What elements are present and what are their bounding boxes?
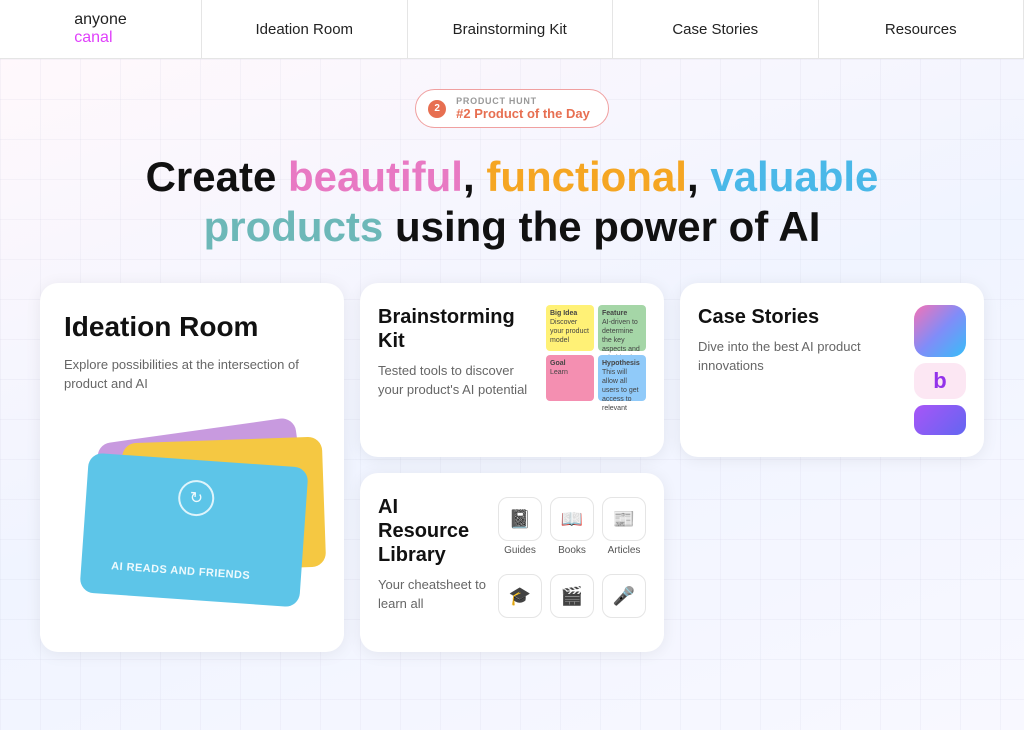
main-content: 2 PRODUCT HUNT #2 Product of the Day Cre… bbox=[0, 59, 1024, 730]
app-icon-gradient bbox=[914, 305, 966, 357]
ideation-subtitle: Explore possibilities at the intersectio… bbox=[64, 355, 320, 394]
resource-icons-grid: 📓 Guides 📖 Books 📰 Articles 🎓 🎬 bbox=[498, 495, 646, 630]
card-icon: ↻ bbox=[177, 479, 215, 517]
resource-icon-podcast: 🎤 bbox=[602, 574, 646, 622]
nav-item-resources[interactable]: Resources bbox=[819, 0, 1024, 58]
ideation-illustration: Parallel ↻ AI READS AND FRIENDS bbox=[64, 410, 320, 610]
mini-note-2: Feature AI-driven to determine the key a… bbox=[598, 305, 646, 351]
logo-line1: anyone bbox=[74, 11, 127, 29]
app-icon-b: b bbox=[914, 363, 966, 399]
brainstorm-left: Brainstorming Kit Tested tools to discov… bbox=[378, 305, 534, 435]
brainstorm-title: Brainstorming Kit bbox=[378, 305, 534, 353]
resource-icon-video: 🎬 bbox=[550, 574, 594, 622]
badge-title: #2 Product of the Day bbox=[456, 106, 590, 121]
header: anyone canal Ideation Room Brainstorming… bbox=[0, 0, 1024, 59]
resource-left: AI Resource Library Your cheatsheet to l… bbox=[378, 495, 486, 630]
card-resource-library[interactable]: AI Resource Library Your cheatsheet to l… bbox=[360, 473, 664, 652]
resource-subtitle: Your cheatsheet to learn all bbox=[378, 575, 486, 614]
app-icon-purple bbox=[914, 405, 966, 435]
brainstorm-right: Big Idea Discover your product model Fea… bbox=[546, 305, 646, 435]
nav-item-case[interactable]: Case Stories bbox=[613, 0, 819, 58]
hero-heading: Create beautiful, functional, valuable p… bbox=[40, 152, 984, 253]
badge-wrapper: 2 PRODUCT HUNT #2 Product of the Day bbox=[40, 89, 984, 128]
resource-title: AI Resource Library bbox=[378, 495, 486, 567]
brainstorm-subtitle: Tested tools to discover your product's … bbox=[378, 361, 534, 400]
badge-number: 2 bbox=[428, 100, 446, 118]
main-nav: Ideation Room Brainstorming Kit Case Sto… bbox=[202, 0, 1024, 58]
mini-note-4: Hypothesis This will allow all users to … bbox=[598, 355, 646, 401]
articles-label: Articles bbox=[608, 545, 641, 556]
mini-note-1: Big Idea Discover your product model bbox=[546, 305, 594, 351]
articles-icon: 📰 bbox=[602, 497, 646, 541]
word-functional: functional bbox=[486, 153, 687, 200]
books-icon: 📖 bbox=[550, 497, 594, 541]
books-label: Books bbox=[558, 545, 586, 556]
product-hunt-badge[interactable]: 2 PRODUCT HUNT #2 Product of the Day bbox=[415, 89, 609, 128]
cards-grid: Ideation Room Explore possibilities at t… bbox=[40, 283, 984, 652]
hero-h1: Create beautiful, functional, valuable p… bbox=[40, 152, 984, 253]
badge-text: PRODUCT HUNT #2 Product of the Day bbox=[456, 96, 590, 121]
guides-icon: 📓 bbox=[498, 497, 542, 541]
mini-notes-grid: Big Idea Discover your product model Fea… bbox=[546, 305, 646, 401]
case-subtitle: Dive into the best AI product innovation… bbox=[698, 337, 874, 376]
word-beautiful: beautiful bbox=[288, 153, 463, 200]
case-title: Case Stories bbox=[698, 305, 874, 329]
podcast-icon: 🎤 bbox=[602, 574, 646, 618]
card-case-stories[interactable]: Case Stories Dive into the best AI produ… bbox=[680, 283, 984, 457]
badge-label: PRODUCT HUNT bbox=[456, 96, 590, 106]
card-brainstorm[interactable]: Brainstorming Kit Tested tools to discov… bbox=[360, 283, 664, 457]
hero-end: using the power of AI bbox=[395, 203, 820, 250]
word-products: products bbox=[204, 203, 384, 250]
resource-icon-books: 📖 Books bbox=[550, 497, 594, 556]
nav-item-ideation[interactable]: Ideation Room bbox=[202, 0, 408, 58]
mini-note-3: Goal Learn bbox=[546, 355, 594, 401]
resource-icon-courses: 🎓 bbox=[498, 574, 542, 622]
video-icon: 🎬 bbox=[550, 574, 594, 618]
case-right: b bbox=[886, 305, 966, 435]
resource-icon-guides: 📓 Guides bbox=[498, 497, 542, 556]
courses-icon: 🎓 bbox=[498, 574, 542, 618]
ideation-title: Ideation Room bbox=[64, 311, 320, 343]
card-blue: ↻ AI READS AND FRIENDS bbox=[79, 452, 308, 607]
word-valuable: valuable bbox=[710, 153, 878, 200]
card-ideation[interactable]: Ideation Room Explore possibilities at t… bbox=[40, 283, 344, 652]
card-blue-label: AI READS AND FRIENDS bbox=[111, 559, 251, 584]
logo-line2: canal bbox=[74, 29, 127, 47]
resource-icon-articles: 📰 Articles bbox=[602, 497, 646, 556]
case-left: Case Stories Dive into the best AI produ… bbox=[698, 305, 874, 435]
logo[interactable]: anyone canal bbox=[0, 0, 202, 58]
guides-label: Guides bbox=[504, 545, 536, 556]
nav-item-brainstorm[interactable]: Brainstorming Kit bbox=[408, 0, 614, 58]
